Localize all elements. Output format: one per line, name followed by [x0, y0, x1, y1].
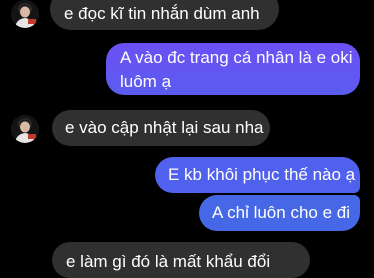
message-text: e làm gì đó là mất khẩu đổi [66, 252, 271, 271]
message-bubble-incoming[interactable]: e đọc kĩ tin nhắn dùm anh [50, 0, 279, 30]
message-bubble-outgoing[interactable]: A chỉ luôn cho e đi [199, 195, 360, 231]
message-text-line-2: luôm ạ [120, 72, 172, 91]
message-bubble-incoming[interactable]: e làm gì đó là mất khẩu đổi [52, 242, 310, 278]
message-text: e vào cập nhật lại sau nha [65, 118, 264, 137]
message-text-line-1: A vào đc trang cá nhân là e oki [120, 48, 353, 67]
message-text: E kb khôi phục thế nào ạ [168, 165, 356, 184]
avatar-icon [11, 0, 39, 28]
contact-avatar[interactable] [11, 0, 39, 28]
avatar-icon [11, 115, 39, 143]
message-text: A chỉ luôn cho e đi [212, 203, 350, 222]
message-text: e đọc kĩ tin nhắn dùm anh [64, 4, 260, 23]
contact-avatar[interactable] [11, 115, 39, 143]
message-bubble-outgoing[interactable]: A vào đc trang cá nhân là e oki luôm ạ [106, 43, 360, 95]
message-thread: e đọc kĩ tin nhắn dùm anh A vào đc trang… [0, 0, 374, 278]
message-bubble-incoming[interactable]: e vào cập nhật lại sau nha [52, 110, 270, 146]
message-bubble-outgoing[interactable]: E kb khôi phục thế nào ạ [155, 157, 360, 193]
